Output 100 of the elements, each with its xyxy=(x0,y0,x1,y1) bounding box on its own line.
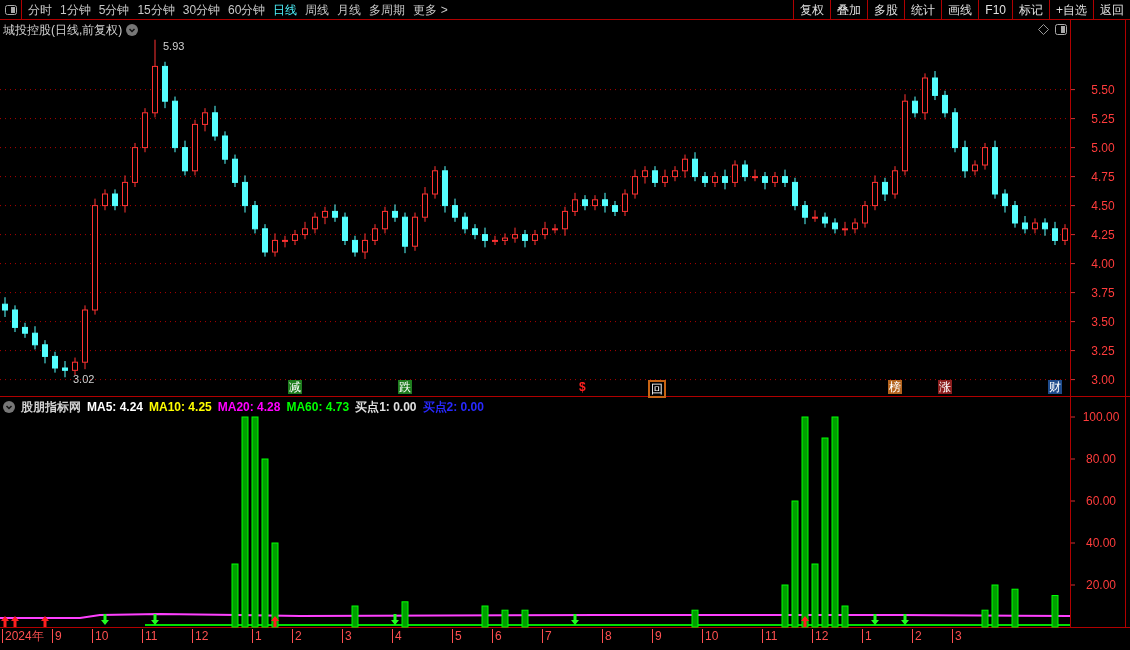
candlestick xyxy=(132,142,138,188)
candlestick xyxy=(272,232,278,258)
candlestick xyxy=(82,304,88,370)
period-tab[interactable]: 15分钟 xyxy=(137,0,175,19)
candlestick xyxy=(1002,188,1008,214)
indicator-value: MA5: 4.24 xyxy=(87,399,144,416)
candlestick xyxy=(662,169,668,188)
indicator-value: 买点1: 0.00 xyxy=(355,399,417,416)
candlestick xyxy=(262,223,268,258)
toolbar-button[interactable]: 返回 xyxy=(1093,0,1130,19)
period-tab[interactable]: 日线 xyxy=(273,0,298,19)
period-tab[interactable]: 周线 xyxy=(305,0,330,19)
panel-icon[interactable] xyxy=(1055,24,1067,35)
candlestick xyxy=(292,229,298,246)
event-marker[interactable]: 涨 xyxy=(938,380,952,394)
candlestick xyxy=(52,351,58,374)
toolbar-button[interactable]: F10 xyxy=(978,0,1012,19)
candlestick xyxy=(952,107,958,153)
candlestick xyxy=(312,212,318,234)
time-axis-label: 5 xyxy=(452,629,462,643)
candlestick xyxy=(852,217,858,234)
event-marker[interactable]: 减 xyxy=(288,380,302,394)
period-tab[interactable]: 多周期 xyxy=(369,0,406,19)
candlestick xyxy=(442,165,448,214)
candlestick xyxy=(332,203,338,223)
candlestick xyxy=(422,186,428,223)
candlestick xyxy=(472,223,478,240)
candlestick xyxy=(122,174,128,214)
period-tab[interactable]: 30分钟 xyxy=(182,0,221,19)
toolbar-button[interactable]: +自选 xyxy=(1049,0,1093,19)
toolbar-button[interactable]: 统计 xyxy=(904,0,942,19)
candlestick xyxy=(582,194,588,211)
more-button[interactable]: 更多 > xyxy=(413,0,448,19)
candlestick xyxy=(932,70,938,101)
candlestick xyxy=(652,165,658,188)
up-arrow-icon xyxy=(801,616,809,627)
candlestick xyxy=(722,169,728,190)
candlestick xyxy=(682,154,688,179)
candlestick xyxy=(392,203,398,223)
candlestick xyxy=(182,140,188,176)
candlestick xyxy=(752,169,758,182)
candlestick xyxy=(1032,217,1038,234)
candlestick xyxy=(732,159,738,188)
time-axis-label: 4 xyxy=(392,629,402,643)
axis-label: 4.50 xyxy=(1091,198,1115,213)
candlestick xyxy=(892,165,898,200)
period-tab[interactable]: 5分钟 xyxy=(98,0,130,19)
toolbar-button[interactable]: 多股 xyxy=(867,0,905,19)
candlestick xyxy=(712,171,718,188)
indicator-value: MA60: 4.73 xyxy=(286,399,350,416)
period-tab[interactable]: 60分钟 xyxy=(228,0,266,19)
candlestick xyxy=(1062,223,1068,246)
candlestick xyxy=(1052,221,1058,246)
axis-label: 3.75 xyxy=(1091,285,1115,300)
event-marker[interactable]: $ xyxy=(578,380,587,394)
toolbar-button[interactable]: 复权 xyxy=(793,0,831,19)
period-tab[interactable]: 1分钟 xyxy=(60,0,91,19)
up-arrow-icon xyxy=(11,616,19,627)
candlestick xyxy=(912,96,918,118)
candlestick xyxy=(692,151,698,182)
axis-label: 3.25 xyxy=(1091,343,1115,358)
dropdown-icon[interactable] xyxy=(126,24,139,36)
dropdown-icon[interactable] xyxy=(3,401,15,413)
toolbar-button[interactable]: 叠加 xyxy=(830,0,868,19)
axis-label: 80.00 xyxy=(1086,452,1116,466)
candlestick xyxy=(1012,200,1018,229)
candlestick xyxy=(32,325,38,350)
period-tab[interactable]: 月线 xyxy=(337,0,362,19)
indicator-bar xyxy=(401,601,409,628)
axis-label: 3.00 xyxy=(1091,372,1115,387)
candlestick xyxy=(2,296,8,318)
time-axis-label: 12 xyxy=(812,629,829,643)
candlestick xyxy=(172,96,178,153)
candlestick xyxy=(882,177,888,202)
candlestick xyxy=(872,174,878,211)
event-marker[interactable]: 跌 xyxy=(398,380,412,394)
candlestick xyxy=(242,174,248,214)
candlestick xyxy=(842,221,848,237)
candlestick xyxy=(782,169,788,188)
candlestick xyxy=(702,171,708,188)
period-tab[interactable]: 分时 xyxy=(28,0,52,19)
event-marker[interactable]: 回 xyxy=(648,380,666,398)
time-axis-label: 1 xyxy=(252,629,262,643)
candlestick xyxy=(252,200,258,234)
up-arrow-icon xyxy=(1,616,9,627)
candlestick xyxy=(1022,215,1028,234)
axis-label: 20.00 xyxy=(1086,578,1116,592)
down-arrow-icon xyxy=(151,614,159,625)
candlestick xyxy=(622,188,628,217)
toolbar-button[interactable]: 画线 xyxy=(941,0,979,19)
toolbar-button[interactable]: 标记 xyxy=(1012,0,1049,19)
candlestick xyxy=(232,154,238,188)
event-marker[interactable]: 财 xyxy=(1048,380,1062,394)
low-price-label: 3.02 xyxy=(73,372,95,387)
diamond-icon[interactable] xyxy=(1038,24,1049,35)
axis-label: 5.50 xyxy=(1091,82,1115,97)
event-marker[interactable]: 榜 xyxy=(888,380,902,394)
candlestick xyxy=(382,206,388,234)
candlestick xyxy=(502,232,508,246)
time-axis-label: 2 xyxy=(912,629,922,643)
